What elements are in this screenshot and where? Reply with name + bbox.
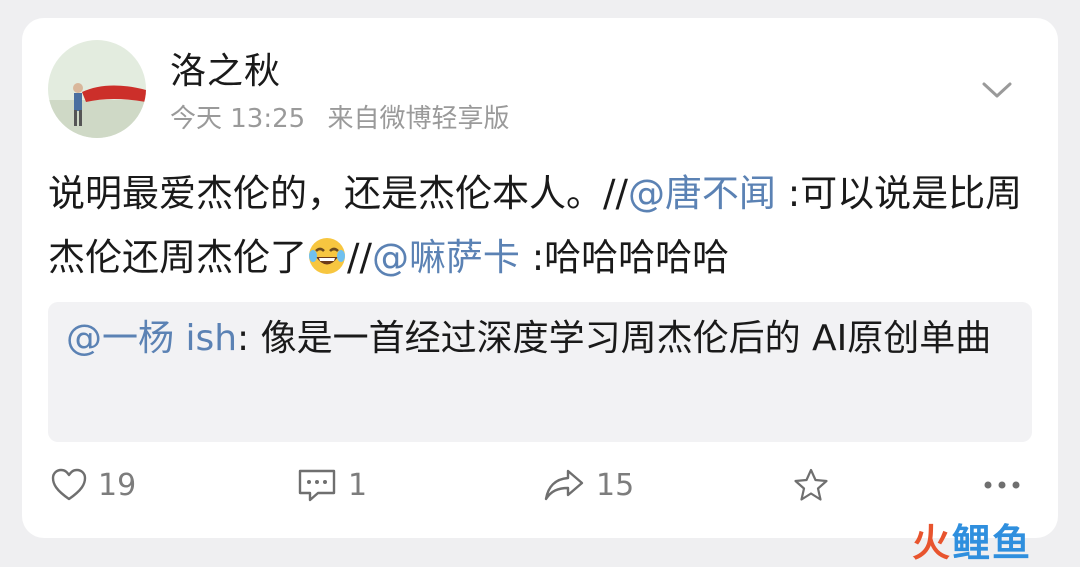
post-content: 说明最爱杰伦的，还是杰伦本人。//@唐不闻 :可以说是比周杰伦还周杰伦了//@嘛…	[48, 162, 1038, 290]
username[interactable]: 洛之秋	[170, 42, 281, 94]
like-button[interactable]: 19	[50, 462, 136, 508]
laugh-cry-emoji-icon	[307, 232, 347, 274]
mention-link[interactable]: @唐不闻	[628, 172, 776, 215]
repost-count: 15	[596, 467, 635, 503]
action-bar: 19 1 15	[0, 462, 1080, 512]
more-button[interactable]	[982, 462, 1022, 508]
star-icon	[794, 468, 828, 501]
quote-body: : 像是一首经过深度学习周杰伦后的 AI原创单曲	[237, 318, 992, 359]
content-text-3: //	[347, 236, 372, 279]
post-meta: 今天 13:25 来自微博轻享版	[170, 98, 523, 135]
post-time: 今天 13:25	[170, 104, 306, 134]
repost-button[interactable]: 15	[542, 462, 634, 508]
avatar[interactable]	[48, 40, 146, 138]
comment-button[interactable]: 1	[296, 462, 367, 508]
post-source: 来自微博轻享版	[327, 104, 510, 134]
mention-link[interactable]: @嘛萨卡	[372, 236, 520, 279]
repost-arrow-icon	[544, 469, 584, 501]
content-text-1: 说明最爱杰伦的，还是杰伦本人。//	[48, 172, 628, 215]
comment-count: 1	[348, 467, 368, 503]
chevron-down-icon[interactable]	[980, 76, 1014, 104]
content-text-4: :哈哈哈哈哈	[519, 236, 730, 279]
comment-icon	[298, 469, 336, 502]
watermark-logo: 火鲤鱼	[912, 521, 1033, 565]
quoted-comment[interactable]: @一杨 ish: 像是一首经过深度学习周杰伦后的 AI原创单曲	[48, 302, 1032, 442]
favorite-button[interactable]	[792, 462, 830, 508]
like-count: 19	[98, 467, 137, 503]
more-dots-icon	[984, 481, 1020, 489]
heart-icon	[51, 468, 87, 501]
quote-text: @一杨 ish: 像是一首经过深度学习周杰伦后的 AI原创单曲	[66, 308, 1026, 370]
quote-mention[interactable]: @一杨 ish	[66, 318, 237, 359]
